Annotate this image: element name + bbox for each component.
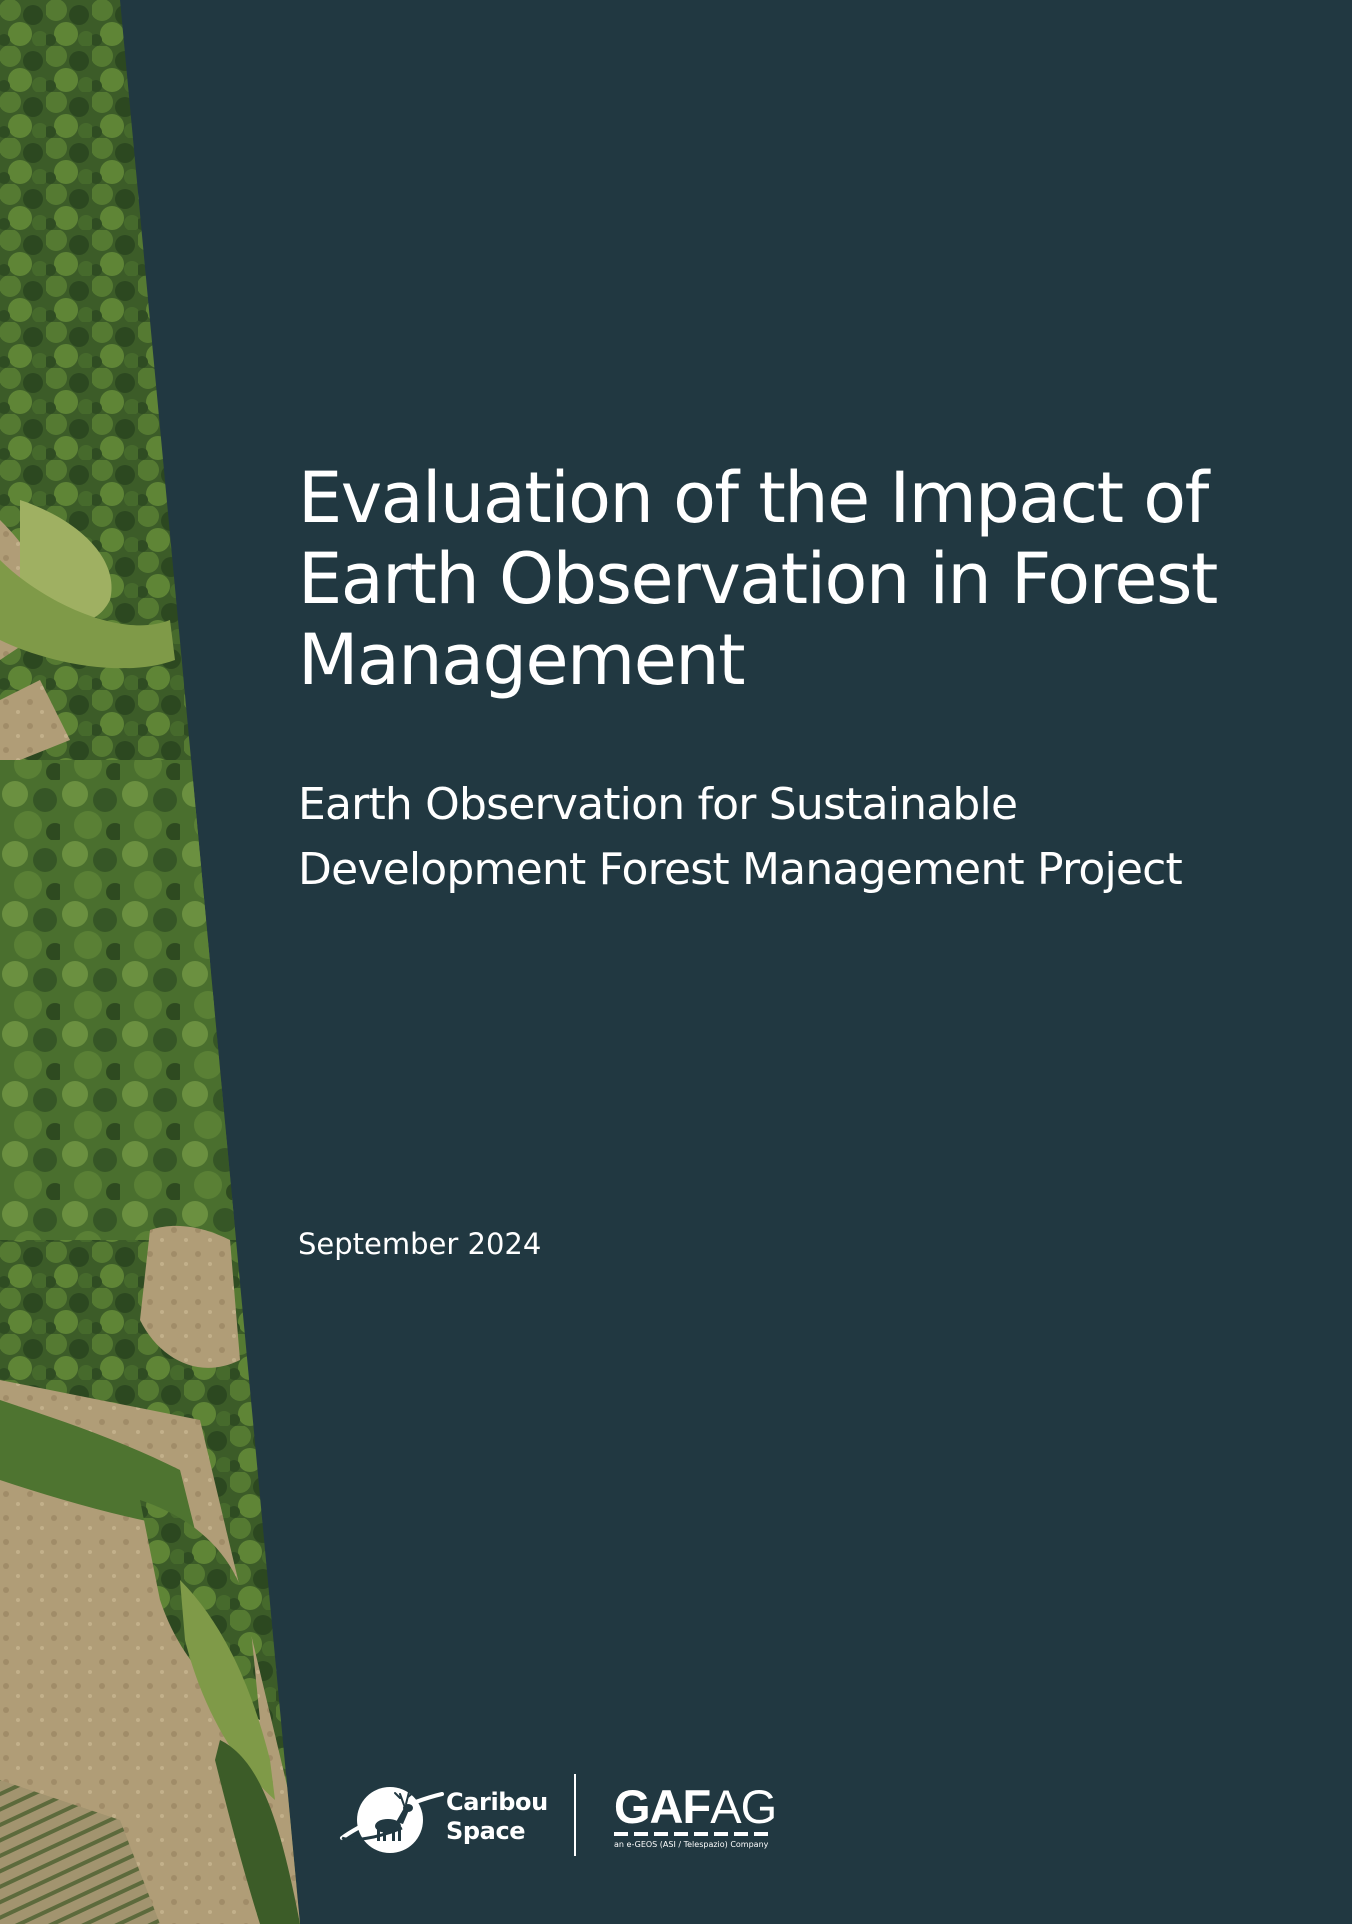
logo-divider (574, 1774, 576, 1856)
gafag-tagline: an e-GEOS (ASI / Telespazio) Company (614, 1840, 769, 1849)
gafag-wordmark: GAFAG (614, 1780, 777, 1833)
caribou-wordmark-line: Caribou (446, 1788, 548, 1816)
report-title-line: Evaluation of the Impact of (298, 457, 1209, 539)
report-cover: Evaluation of the Impact of Earth Observ… (0, 0, 1352, 1924)
gafag-dash-underline (614, 1832, 769, 1836)
caribou-planet-icon (340, 1787, 444, 1853)
caribou-wordmark-line: Space (446, 1817, 526, 1845)
gafag-wordmark-bold: GAF (614, 1780, 711, 1833)
report-subtitle-line: Development Forest Management Project (298, 844, 1183, 895)
report-title-line: Management (298, 619, 746, 701)
caribou-space-wordmark: Caribou Space (446, 1788, 548, 1846)
partner-logos: Caribou Space GAFAG an e-GEOS (ASI / Tel… (338, 1772, 778, 1872)
publication-date: September 2024 (298, 1227, 542, 1261)
gafag-wordmark-regular: AG (710, 1780, 777, 1833)
report-subtitle: Earth Observation for Sustainable Develo… (298, 772, 1258, 902)
report-title-line: Earth Observation in Forest (298, 538, 1218, 620)
report-subtitle-line: Earth Observation for Sustainable (298, 779, 1018, 830)
report-title: Evaluation of the Impact of Earth Observ… (298, 458, 1238, 701)
cover-text-panel: Evaluation of the Impact of Earth Observ… (298, 0, 1258, 1924)
